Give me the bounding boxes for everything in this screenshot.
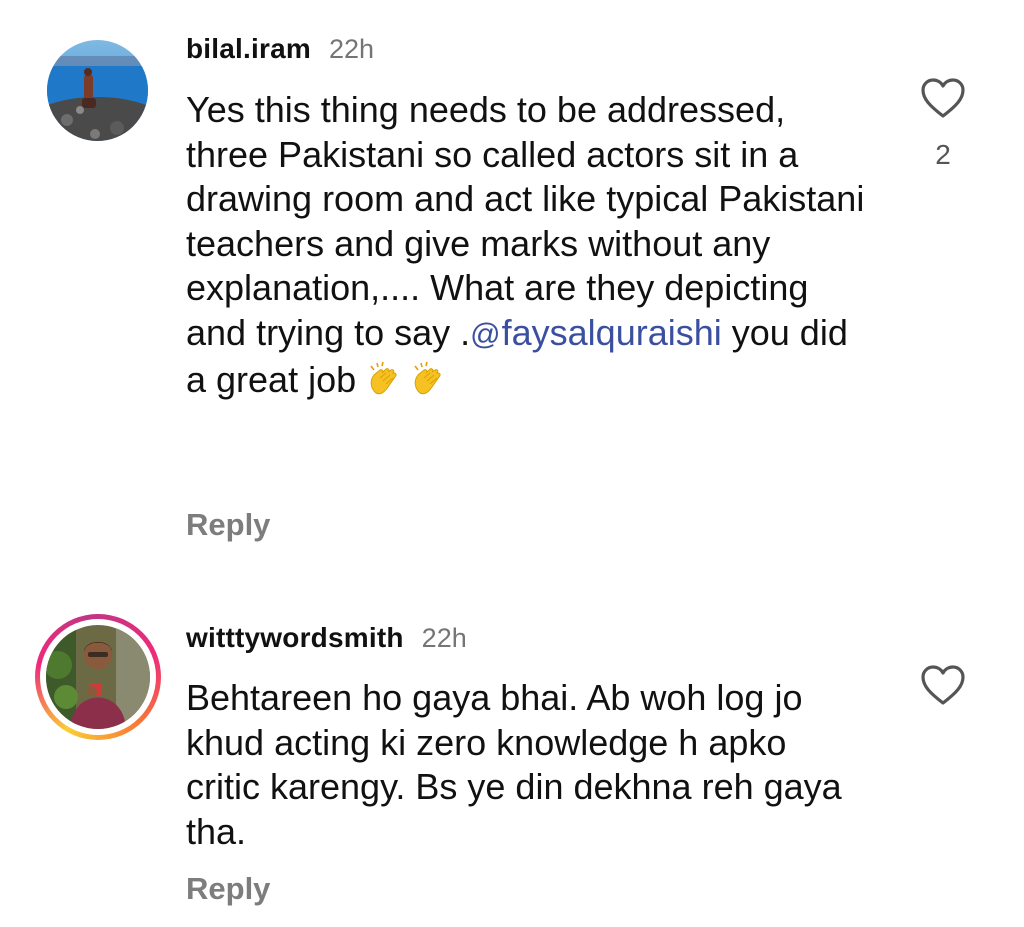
reply-button[interactable]: Reply bbox=[186, 871, 270, 907]
reply-button[interactable]: Reply bbox=[186, 507, 270, 543]
like-count: 2 bbox=[935, 139, 951, 170]
username[interactable]: witttywordsmith bbox=[186, 622, 404, 653]
like-button[interactable] bbox=[920, 664, 966, 711]
comment-header: bilal.iram 22h bbox=[186, 33, 374, 65]
heart-outline-icon bbox=[921, 665, 965, 705]
like-button[interactable] bbox=[920, 77, 966, 124]
heart-outline-icon bbox=[921, 78, 965, 118]
avatar[interactable] bbox=[47, 40, 148, 141]
username[interactable]: bilal.iram bbox=[186, 33, 311, 64]
comment-header: witttywordsmith 22h bbox=[186, 622, 467, 654]
clapping-hands-icon bbox=[366, 360, 404, 409]
mention-link[interactable]: @faysalquraishi bbox=[470, 312, 722, 353]
mention-at-icon: @ bbox=[470, 317, 501, 351]
clapping-hands-icon bbox=[410, 360, 448, 409]
mention-username: faysalquraishi bbox=[501, 311, 722, 353]
timestamp: 22h bbox=[421, 623, 467, 653]
avatar[interactable] bbox=[46, 625, 150, 729]
timestamp: 22h bbox=[328, 34, 374, 64]
comment-text: Yes this thing needs to be addressed, th… bbox=[186, 88, 866, 408]
comment-text: Behtareen ho gaya bhai. Ab woh log jo kh… bbox=[186, 677, 842, 852]
